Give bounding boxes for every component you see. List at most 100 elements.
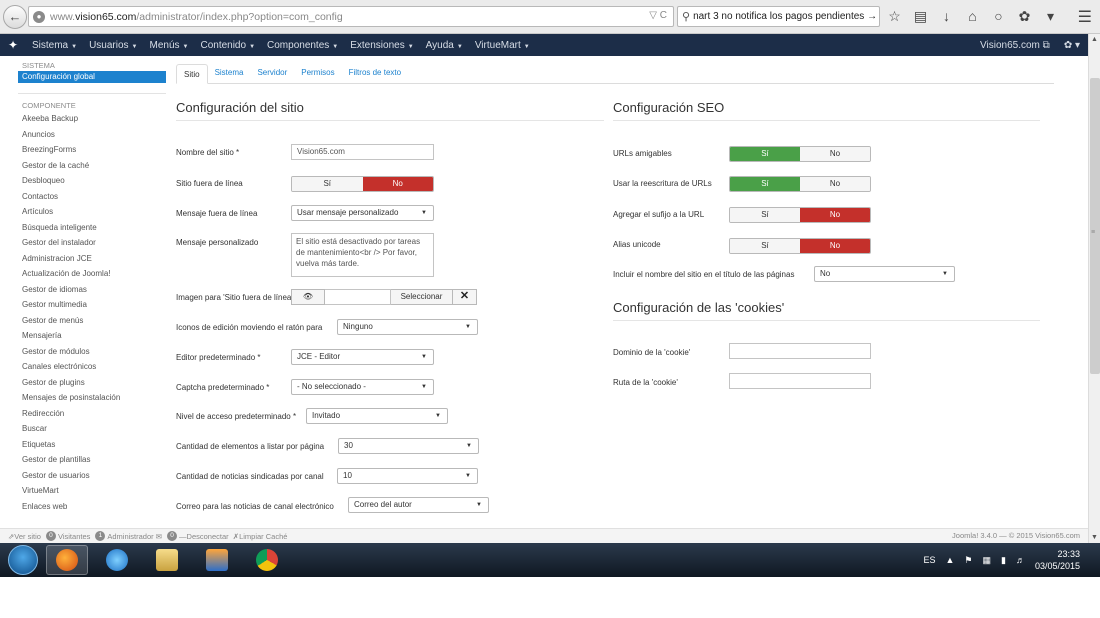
sidebar-item[interactable]: Canales electrónicos — [18, 359, 166, 375]
browser-search-box[interactable]: ⚲ nart 3 no notifica los pagos pendiente… — [677, 6, 880, 27]
feed-limit-select[interactable]: 10 ▼ — [337, 468, 478, 484]
tab-sistema[interactable]: Sistema — [208, 63, 251, 83]
sidebar-item[interactable]: Etiquetas — [18, 437, 166, 453]
site-name-input[interactable]: Vision65.com — [291, 144, 434, 160]
sidebar-item[interactable]: Artículos — [18, 204, 166, 220]
cookie-domain-input[interactable] — [729, 343, 871, 359]
chat-icon[interactable]: ○ — [990, 6, 1007, 26]
sidebar-item[interactable]: Enlaces web — [18, 499, 166, 515]
offline-message-select[interactable]: Usar mensaje personalizado ▼ — [291, 205, 434, 221]
signal-icon[interactable]: ▮ — [1001, 555, 1006, 566]
offline-no-option[interactable]: No — [362, 177, 433, 191]
settings-gear-icon[interactable]: ✿ ▾ — [1064, 40, 1080, 51]
sef-urls-toggle[interactable]: Sí No — [729, 146, 871, 162]
sidebar-item[interactable]: Contactos — [18, 189, 166, 205]
clear-cache-link[interactable]: Limpiar Caché — [239, 532, 287, 541]
sidebar-item[interactable]: Gestor de plugins — [18, 375, 166, 391]
bookmark-star-icon[interactable]: ☆ — [886, 6, 903, 26]
sidebar-item[interactable]: Anuncios — [18, 127, 166, 143]
address-url[interactable]: www.vision65.com/administrator/index.php… — [50, 11, 343, 23]
hamburger-menu-icon[interactable]: ☰ — [1078, 7, 1092, 27]
rewrite-no-option[interactable]: No — [800, 177, 870, 191]
unicode-alias-toggle[interactable]: Sí No — [729, 238, 871, 254]
url-rewrite-toggle[interactable]: Sí No — [729, 176, 871, 192]
sef-no-option[interactable]: No — [800, 147, 870, 161]
download-icon[interactable]: ↓ — [938, 6, 955, 26]
custom-message-textarea[interactable]: El sitio está desactivado por tareas de … — [291, 233, 434, 277]
list-limit-select[interactable]: 30 ▼ — [338, 438, 479, 454]
suffix-no-option[interactable]: No — [800, 208, 870, 222]
taskbar-file-explorer[interactable] — [146, 545, 188, 575]
volume-icon[interactable]: ♬ — [1016, 555, 1025, 565]
scroll-down-icon[interactable]: ▼ — [1091, 534, 1098, 541]
address-bar[interactable]: ● www.vision65.com/administrator/index.p… — [28, 6, 674, 27]
default-captcha-select[interactable]: - No seleccionado - ▼ — [291, 379, 434, 395]
sidebar-item[interactable]: Desbloqueo — [18, 173, 166, 189]
access-level-select[interactable]: Invitado ▼ — [306, 408, 448, 424]
sidebar-item[interactable]: Gestor de idiomas — [18, 282, 166, 298]
clear-image-icon[interactable]: ✕ — [453, 289, 477, 305]
network-icon[interactable]: ▦ — [982, 555, 991, 566]
sidebar-item[interactable]: Mensajes de posinstalación — [18, 390, 166, 406]
nav-ayuda[interactable]: Ayuda ▼ — [420, 40, 469, 51]
addon-icon[interactable]: ✿ — [1016, 6, 1033, 26]
tab-filtros[interactable]: Filtros de texto — [342, 63, 408, 83]
sidebar-item[interactable]: Mensajería — [18, 328, 166, 344]
sidebar-item[interactable]: VirtueMart — [18, 483, 166, 499]
sitename-pagetitles-select[interactable]: No ▼ — [814, 266, 955, 282]
sidebar-item[interactable]: Redirección — [18, 406, 166, 422]
feed-email-select[interactable]: Correo del autor ▼ — [348, 497, 489, 513]
nav-virtuemart[interactable]: VirtueMart ▼ — [469, 40, 536, 51]
dropdown-icon[interactable]: ▾ — [1042, 6, 1059, 26]
tray-expand-icon[interactable]: ▲ — [945, 555, 954, 565]
search-query[interactable]: nart 3 no notifica los pagos pendientes … — [693, 11, 877, 22]
rewrite-yes-option[interactable]: Sí — [730, 177, 800, 191]
taskbar-media-player[interactable] — [196, 545, 238, 575]
nav-componentes[interactable]: Componentes ▼ — [261, 40, 344, 51]
sidebar-item-global-config[interactable]: Configuración global — [18, 71, 166, 83]
tab-sitio[interactable]: Sitio — [176, 64, 208, 84]
nav-usuarios[interactable]: Usuarios ▼ — [83, 40, 143, 51]
scroll-thumb[interactable] — [1090, 78, 1100, 374]
sidebar-item[interactable]: Búsqueda inteligente — [18, 220, 166, 236]
taskbar-chrome[interactable] — [246, 545, 288, 575]
sidebar-item[interactable]: Gestor de la caché — [18, 158, 166, 174]
reload-icon[interactable]: ▽ C — [649, 10, 667, 21]
sidebar-item[interactable]: Akeeba Backup — [18, 111, 166, 127]
nav-sistema[interactable]: Sistema ▼ — [26, 40, 83, 51]
sidebar-item[interactable]: Gestor multimedia — [18, 297, 166, 313]
logout-link[interactable]: Desconectar — [187, 532, 229, 541]
cookie-path-input[interactable] — [729, 373, 871, 389]
offline-toggle[interactable]: Sí No — [291, 176, 434, 192]
site-link[interactable]: Vision65.com ⧉ — [980, 40, 1050, 51]
home-icon[interactable]: ⌂ — [964, 6, 981, 26]
unicode-no-option[interactable]: No — [800, 239, 870, 253]
tab-servidor[interactable]: Servidor — [250, 63, 294, 83]
view-site-link[interactable]: Ver sitio — [14, 532, 41, 541]
unicode-yes-option[interactable]: Sí — [730, 239, 800, 253]
suffix-yes-option[interactable]: Sí — [730, 208, 800, 222]
nav-contenido[interactable]: Contenido ▼ — [194, 40, 261, 51]
default-editor-select[interactable]: JCE - Editor ▼ — [291, 349, 434, 365]
sidebar-item[interactable]: Gestor de módulos — [18, 344, 166, 360]
action-center-flag-icon[interactable]: ⚑ — [964, 555, 972, 566]
edit-icons-select[interactable]: Ninguno ▼ — [337, 319, 478, 335]
sidebar-item[interactable]: Gestor de usuarios — [18, 468, 166, 484]
offline-yes-option[interactable]: Sí — [292, 177, 363, 191]
nav-extensiones[interactable]: Extensiones ▼ — [344, 40, 419, 51]
reading-list-icon[interactable]: ▤ — [912, 6, 929, 26]
sidebar-item[interactable]: Gestor de plantillas — [18, 452, 166, 468]
offline-image-path[interactable] — [325, 289, 391, 305]
clock[interactable]: 23:33 03/05/2015 — [1035, 548, 1080, 572]
taskbar-internet-explorer[interactable] — [96, 545, 138, 575]
sidebar-item[interactable]: Gestor del instalador — [18, 235, 166, 251]
sidebar-item[interactable]: Administracion JCE — [18, 251, 166, 267]
sidebar-item[interactable]: BreezingForms — [18, 142, 166, 158]
back-arrow-icon[interactable]: ← — [3, 4, 27, 29]
sef-yes-option[interactable]: Sí — [730, 147, 800, 161]
preview-eye-icon[interactable]: 👁 — [291, 289, 325, 305]
joomla-logo-icon[interactable]: ✦ — [0, 38, 26, 52]
sidebar-item[interactable]: Buscar — [18, 421, 166, 437]
vertical-scrollbar[interactable]: ▲ ≡ ▼ — [1088, 34, 1100, 543]
sidebar-item[interactable]: Gestor de menús — [18, 313, 166, 329]
